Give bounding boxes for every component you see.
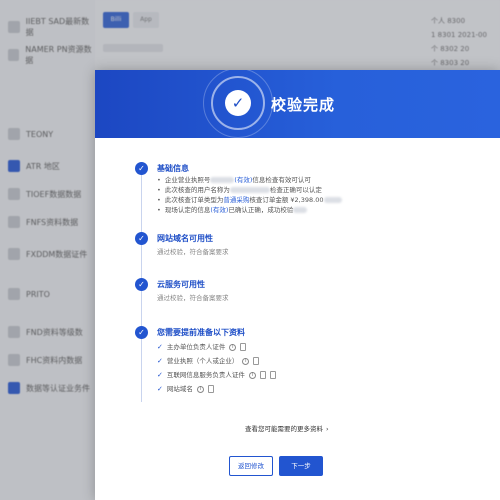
next-step-button[interactable]: 下一步 [279,456,323,476]
check-icon: ✓ [135,162,148,175]
info-icon[interactable]: i [248,371,256,379]
basic-info-item: 现场认定的信息(有效)已确认正确，成功校验 [157,205,342,215]
dialog-title: 校验完成 [271,96,336,114]
verification-dialog: ✓ 校验完成 ✓ 基础信息 企业营业执照号(有效)信息检查有效可认可 此次核查的… [95,70,500,500]
basic-info-item: 此次核查订单类型为普通采购核查订单金额 ¥2,398.00 [157,195,342,205]
chevron-right-icon: › [326,425,329,433]
step-title: 云服务可用性 [157,280,205,289]
step-title: 您需要提前准备以下资料 [157,328,245,337]
basic-info-item: 企业营业执照号(有效)信息检查有效可认可 [157,175,342,185]
dialog-header: ✓ 校验完成 [95,70,500,138]
more-documents-link[interactable]: 查看您可能需要的更多资料 › [245,423,329,433]
file-icon[interactable] [259,371,266,379]
document-item: ✓ 主办单位负责人证件 i [157,340,276,354]
file-icon[interactable] [240,343,247,351]
documents-list: ✓ 主办单位负责人证件 i ✓ 营业执照（个人或企业） i ✓ 互联网信息服务负责人证件 i… [157,340,276,396]
file-icon[interactable] [253,357,260,365]
step-title: 基础信息 [157,164,189,173]
document-item: ✓ 营业执照（个人或企业） i [157,354,276,368]
info-icon[interactable]: i [242,357,250,365]
check-icon: ✓ [135,232,148,245]
step-description: 通过校验，符合备案要求 [157,248,229,256]
check-icon: ✓ [135,326,148,339]
file-icon[interactable] [269,371,276,379]
info-icon[interactable]: i [229,343,237,351]
success-check-icon: ✓ [225,90,251,116]
document-item: ✓ 网站域名 i [157,382,276,396]
document-item: ✓ 互联网信息服务负责人证件 i [157,368,276,382]
check-icon: ✓ [135,278,148,291]
step-description: 通过校验，符合备案要求 [157,294,229,302]
file-icon[interactable] [207,385,214,393]
back-to-edit-button[interactable]: 返回修改 [229,456,273,476]
basic-info-list: 企业营业执照号(有效)信息检查有效可认可 此次核查的用户名称为检查正确可以认定 … [157,175,342,215]
info-icon[interactable]: i [196,385,204,393]
step-title: 网站域名可用性 [157,234,213,243]
basic-info-item: 此次核查的用户名称为检查正确可以认定 [157,185,342,195]
